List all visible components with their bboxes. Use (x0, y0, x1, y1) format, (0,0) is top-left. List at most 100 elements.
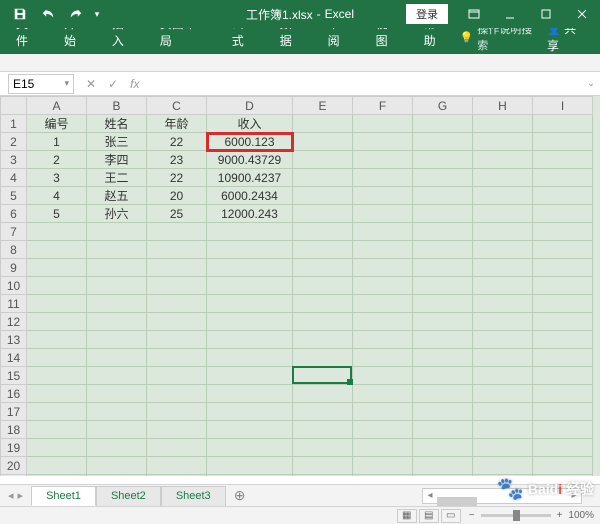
cell-C12[interactable] (147, 313, 207, 331)
cell-G6[interactable] (413, 205, 473, 223)
cell-F20[interactable] (353, 457, 413, 475)
cell-E13[interactable] (293, 331, 353, 349)
cell-E18[interactable] (293, 421, 353, 439)
scroll-left-icon[interactable]: ◂ (423, 490, 437, 501)
cell-G13[interactable] (413, 331, 473, 349)
cell-E8[interactable] (293, 241, 353, 259)
row-head-11[interactable]: 11 (1, 295, 27, 313)
cell-I12[interactable] (533, 313, 593, 331)
cell-C2[interactable]: 22 (147, 133, 207, 151)
cell-B3[interactable]: 李四 (87, 151, 147, 169)
cell-G7[interactable] (413, 223, 473, 241)
cell-I15[interactable] (533, 367, 593, 385)
cell-B2[interactable]: 张三 (87, 133, 147, 151)
cell-G16[interactable] (413, 385, 473, 403)
cell-D14[interactable] (207, 349, 293, 367)
cell-H15[interactable] (473, 367, 533, 385)
col-head-C[interactable]: C (147, 97, 207, 115)
cell-C11[interactable] (147, 295, 207, 313)
col-head-I[interactable]: I (533, 97, 593, 115)
cell-B10[interactable] (87, 277, 147, 295)
cell-G5[interactable] (413, 187, 473, 205)
cell-G9[interactable] (413, 259, 473, 277)
cell-C18[interactable] (147, 421, 207, 439)
cell-A3[interactable]: 2 (27, 151, 87, 169)
cell-A4[interactable]: 3 (27, 169, 87, 187)
cell-B8[interactable] (87, 241, 147, 259)
row-head-13[interactable]: 13 (1, 331, 27, 349)
cell-C16[interactable] (147, 385, 207, 403)
cell-F15[interactable] (353, 367, 413, 385)
cell-I14[interactable] (533, 349, 593, 367)
cell-D15[interactable] (207, 367, 293, 385)
cell-G12[interactable] (413, 313, 473, 331)
cell-C17[interactable] (147, 403, 207, 421)
cell-F5[interactable] (353, 187, 413, 205)
cell-G2[interactable] (413, 133, 473, 151)
zoom-out-button[interactable]: − (469, 510, 475, 521)
cell-I4[interactable] (533, 169, 593, 187)
cell-E5[interactable] (293, 187, 353, 205)
cell-A16[interactable] (27, 385, 87, 403)
cell-E9[interactable] (293, 259, 353, 277)
cell-F21[interactable] (353, 475, 413, 477)
cell-I20[interactable] (533, 457, 593, 475)
col-head-G[interactable]: G (413, 97, 473, 115)
col-head-A[interactable]: A (27, 97, 87, 115)
cell-G11[interactable] (413, 295, 473, 313)
cell-H7[interactable] (473, 223, 533, 241)
cell-H10[interactable] (473, 277, 533, 295)
cell-A18[interactable] (27, 421, 87, 439)
row-head-14[interactable]: 14 (1, 349, 27, 367)
maximize-button[interactable] (528, 0, 564, 28)
row-head-12[interactable]: 12 (1, 313, 27, 331)
row-head-18[interactable]: 18 (1, 421, 27, 439)
cell-D2[interactable]: 6000.123 (207, 133, 293, 151)
cell-D17[interactable] (207, 403, 293, 421)
row-head-15[interactable]: 15 (1, 367, 27, 385)
cell-A21[interactable] (27, 475, 87, 477)
cell-G21[interactable] (413, 475, 473, 477)
cell-A11[interactable] (27, 295, 87, 313)
row-head-20[interactable]: 20 (1, 457, 27, 475)
cell-C1[interactable]: 年龄 (147, 115, 207, 133)
row-head-10[interactable]: 10 (1, 277, 27, 295)
sheet-tab-Sheet2[interactable]: Sheet2 (96, 486, 161, 506)
cell-I5[interactable] (533, 187, 593, 205)
cell-C10[interactable] (147, 277, 207, 295)
cell-G15[interactable] (413, 367, 473, 385)
cell-D11[interactable] (207, 295, 293, 313)
cell-G8[interactable] (413, 241, 473, 259)
sheet-nav-next[interactable]: ▸ (18, 489, 24, 502)
cell-H11[interactable] (473, 295, 533, 313)
cell-E7[interactable] (293, 223, 353, 241)
cell-E2[interactable] (293, 133, 353, 151)
cell-D18[interactable] (207, 421, 293, 439)
cell-G3[interactable] (413, 151, 473, 169)
cell-D3[interactable]: 9000.43729 (207, 151, 293, 169)
cell-B1[interactable]: 姓名 (87, 115, 147, 133)
row-head-21[interactable]: 21 (1, 475, 27, 477)
cell-D16[interactable] (207, 385, 293, 403)
minimize-button[interactable] (492, 0, 528, 28)
sheet-nav-prev[interactable]: ◂ (8, 489, 14, 502)
zoom-slider[interactable] (481, 514, 551, 517)
cell-C3[interactable]: 23 (147, 151, 207, 169)
cell-H19[interactable] (473, 439, 533, 457)
cell-E4[interactable] (293, 169, 353, 187)
row-head-3[interactable]: 3 (1, 151, 27, 169)
cell-F12[interactable] (353, 313, 413, 331)
cell-F13[interactable] (353, 331, 413, 349)
cell-I6[interactable] (533, 205, 593, 223)
ribbon-display-button[interactable] (456, 0, 492, 28)
zoom-in-button[interactable]: + (557, 510, 563, 521)
cell-C6[interactable]: 25 (147, 205, 207, 223)
col-head-E[interactable]: E (293, 97, 353, 115)
cell-A1[interactable]: 编号 (27, 115, 87, 133)
cell-grid[interactable]: ABCDEFGHI1编号姓名年龄收入21张三226000.12332李四2390… (0, 96, 593, 476)
cell-B6[interactable]: 孙六 (87, 205, 147, 223)
zoom-label[interactable]: 100% (568, 510, 594, 521)
cell-F7[interactable] (353, 223, 413, 241)
cell-A10[interactable] (27, 277, 87, 295)
worksheet-area[interactable]: ABCDEFGHI1编号姓名年龄收入21张三226000.12332李四2390… (0, 96, 600, 476)
